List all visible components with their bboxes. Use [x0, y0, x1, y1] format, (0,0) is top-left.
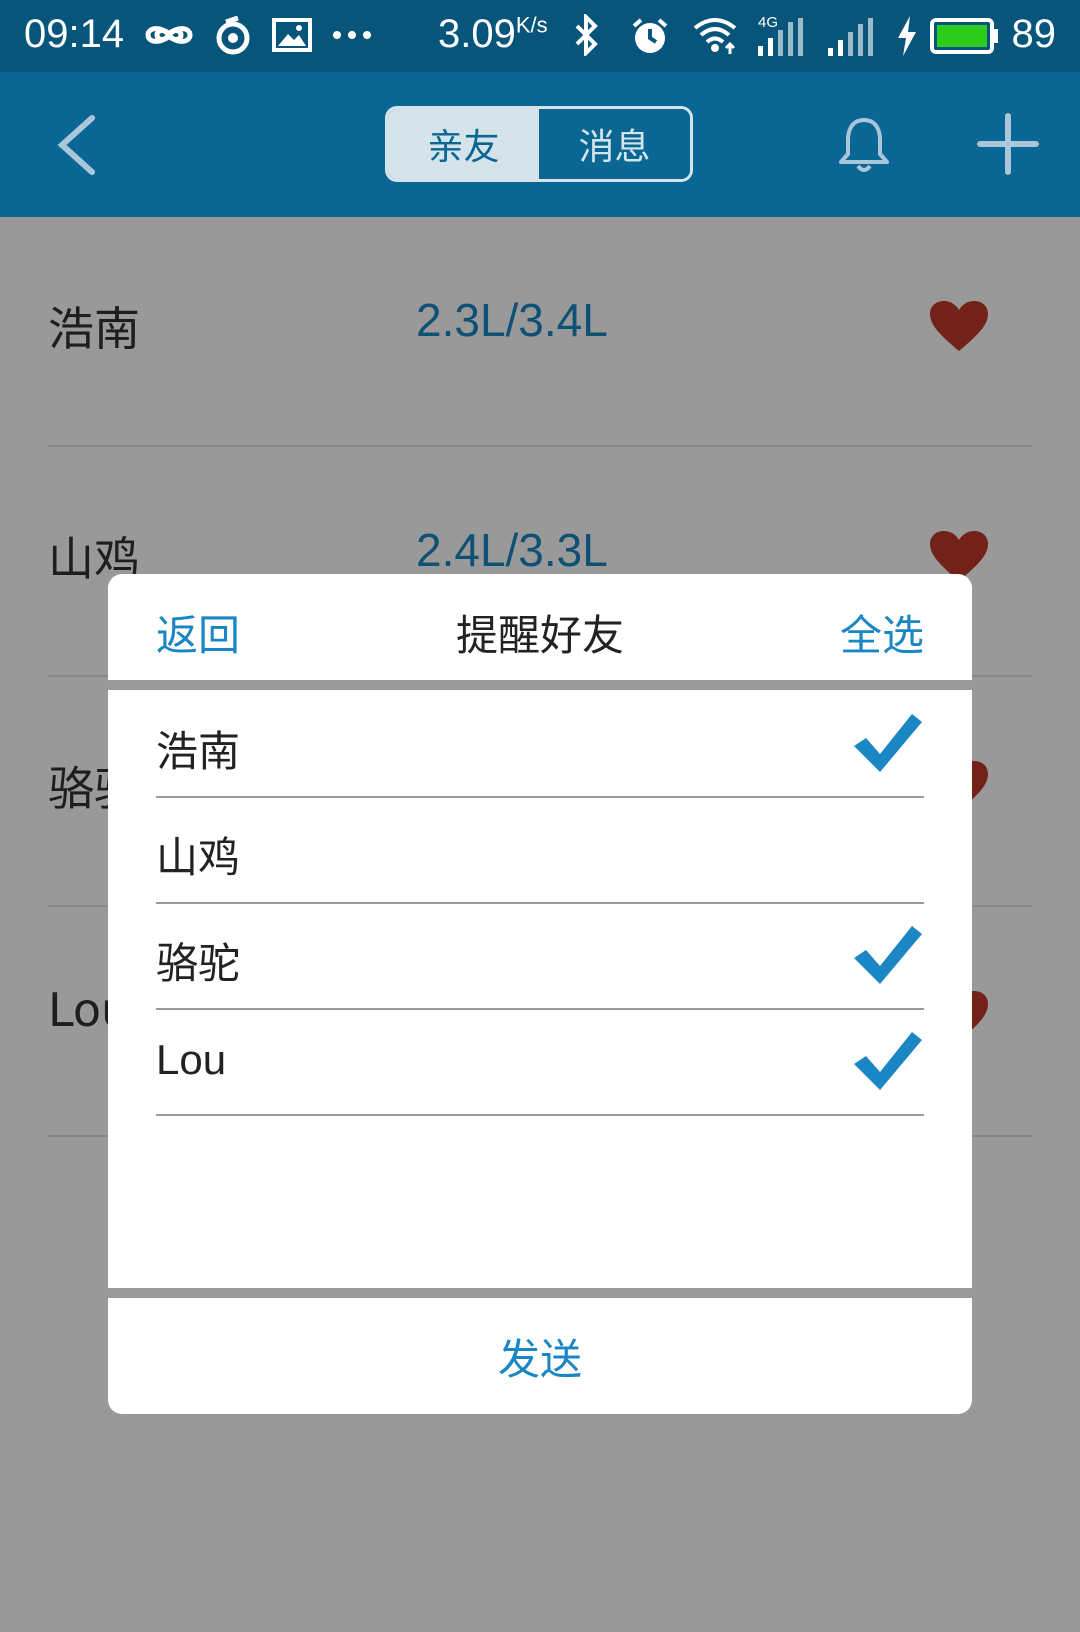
dialog-friend-name: Lou	[156, 1036, 227, 1083]
cell-signal-icon	[758, 18, 803, 56]
divider	[108, 680, 972, 690]
dialog-friend-item[interactable]: 骆驼	[156, 902, 924, 1010]
more-dots-icon	[333, 31, 371, 39]
infinity-icon	[145, 26, 193, 44]
bell-icon[interactable]	[836, 114, 892, 176]
charging-icon	[898, 16, 916, 56]
dialog-friend-item[interactable]: Lou	[156, 1008, 924, 1116]
netease-music-icon	[216, 16, 250, 55]
dialog-friend-name: 浩南	[156, 727, 241, 776]
dialog-friend-name: 山鸡	[156, 833, 241, 882]
dialog-friend-item[interactable]: 浩南	[156, 690, 924, 798]
plus-icon[interactable]	[976, 112, 1040, 176]
clock: 09:14	[24, 12, 125, 56]
wifi-icon	[693, 18, 737, 54]
image-icon	[272, 18, 312, 52]
dialog-friend-name: 骆驼	[156, 939, 241, 988]
checkmark-icon	[854, 714, 922, 772]
battery-icon	[930, 18, 998, 54]
segmented-control: 亲友 消息	[385, 106, 693, 182]
app-header: 亲友 消息	[0, 72, 1080, 217]
back-icon[interactable]	[52, 112, 102, 178]
remind-friends-dialog: 提醒好友 返回 全选 浩南 山鸡 骆驼 Lou 发送	[108, 574, 972, 1414]
alarm-icon	[632, 18, 668, 53]
dialog-friend-item[interactable]: 山鸡	[156, 796, 924, 904]
battery-percent: 89	[1011, 12, 1057, 56]
tab-friends[interactable]: 亲友	[388, 109, 539, 179]
select-all-button[interactable]: 全选	[840, 602, 924, 663]
dialog-back-button[interactable]: 返回	[156, 602, 240, 663]
send-button[interactable]: 发送	[108, 1298, 972, 1414]
tab-messages[interactable]: 消息	[539, 109, 690, 179]
bluetooth-icon	[575, 14, 598, 56]
checkmark-icon	[854, 1032, 922, 1090]
status-bar: 09:14 3.09K/s 4G 89	[0, 0, 1080, 72]
divider	[108, 1288, 972, 1298]
network-speed: 3.09K/s	[438, 12, 548, 56]
cell-signal-2-icon	[828, 18, 873, 56]
checkmark-icon	[854, 926, 922, 984]
dialog-header: 提醒好友 返回 全选	[108, 574, 972, 680]
